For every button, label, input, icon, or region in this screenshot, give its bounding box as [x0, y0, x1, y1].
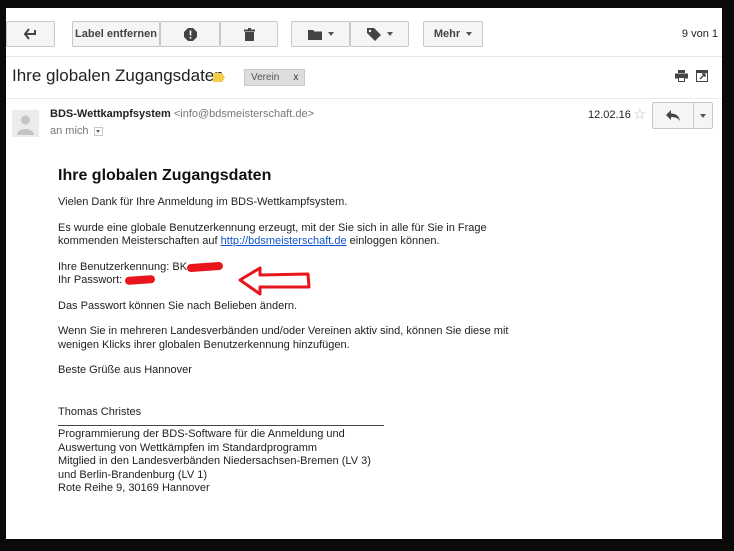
folder-icon: [307, 29, 322, 40]
more-actions-button[interactable]: [694, 103, 712, 128]
recipient-line: an mich: [50, 125, 103, 137]
body-heading: Ihre globalen Zugangsdaten: [58, 167, 272, 184]
label-chip-close[interactable]: x: [293, 72, 298, 83]
email-subject: Ihre globalen Zugangsdaten: [12, 66, 224, 85]
signature-divider: [58, 425, 384, 426]
label-chip-text: Verein: [251, 72, 280, 83]
avatar: [12, 110, 39, 137]
footer-line: und Berlin-Brandenburg (LV 1): [58, 468, 207, 481]
body-paragraph: Vielen Dank für Ihre Anmeldung im BDS-We…: [58, 196, 348, 208]
header-actions: [675, 70, 708, 82]
new-window-icon[interactable]: [696, 70, 708, 82]
header-divider: [6, 98, 722, 99]
reply-button[interactable]: [653, 103, 694, 128]
delete-button[interactable]: [220, 21, 278, 47]
print-icon[interactable]: [675, 70, 688, 82]
chevron-down-icon: [386, 32, 393, 36]
toolbar: Label entfernen Mehr 9 von 1: [6, 8, 722, 56]
pagination-text: 9 von 1: [681, 28, 718, 40]
label-chip: Verein x: [244, 69, 306, 86]
star-icon[interactable]: ☆: [633, 105, 646, 123]
body-paragraph: Es wurde eine globale Benutzerkennung er…: [58, 222, 538, 249]
body-text: einloggen können.: [346, 235, 440, 247]
show-details-button[interactable]: [93, 126, 103, 136]
redaction-mark: [125, 274, 156, 286]
labels-button[interactable]: [350, 21, 409, 47]
sender-name: BDS-Wettkampfsystem: [50, 108, 171, 120]
footer-line: Rote Reihe 9, 30169 Hannover: [58, 482, 210, 494]
username-label: Ihre Benutzerkennung: BK: [58, 260, 188, 273]
body-paragraph: Das Passwort können Sie nach Belieben än…: [58, 299, 298, 312]
site-link[interactable]: http://bdsmeisterschaft.de: [221, 235, 347, 247]
remove-label-button[interactable]: Label entfernen: [72, 21, 160, 47]
toolbar-divider: [6, 56, 722, 57]
label-tag-icon: [366, 27, 381, 41]
person-icon: [17, 115, 34, 135]
reply-icon: [666, 110, 680, 121]
move-to-button[interactable]: [291, 21, 350, 47]
annotation-arrow-icon: [238, 266, 311, 296]
back-button[interactable]: [6, 21, 55, 47]
signature-name: Thomas Christes: [58, 405, 142, 418]
report-spam-icon: [183, 27, 197, 41]
footer-line: Programmierung der BDS-Software für die …: [58, 428, 345, 440]
sender-email: <info@bdsmeisterschaft.de>: [173, 108, 315, 120]
trash-icon: [243, 27, 255, 41]
signature-footer: Programmierung der BDS-Software für die …: [58, 428, 538, 496]
back-arrow-icon: [23, 28, 36, 40]
chevron-down-icon: [327, 32, 334, 36]
password-label: Ihr Passwort:: [58, 274, 126, 286]
email-window: Label entfernen Mehr 9 von 1 Ihre global…: [6, 8, 722, 539]
greeting: Beste Grüße aus Hannover: [58, 364, 192, 376]
reply-button-group: [652, 102, 713, 129]
body-paragraph: Wenn Sie in mehreren Landesverbänden und…: [58, 325, 509, 351]
footer-line: Auswertung von Wettkämpfen im Standardpr…: [58, 441, 318, 454]
email-date: 12.02.16: [588, 109, 631, 121]
report-spam-button[interactable]: [160, 21, 220, 47]
more-button[interactable]: Mehr: [423, 21, 483, 47]
sender[interactable]: BDS-Wettkampfsystem <info@bdsmeisterschaf…: [50, 108, 314, 120]
chevron-down-icon: [466, 32, 473, 36]
email-body: Ihre globalen Zugangsdaten Vielen Dank f…: [58, 166, 538, 496]
redaction-mark: [186, 261, 224, 272]
recipient-text: an mich: [50, 125, 89, 137]
more-button-label: Mehr: [433, 28, 461, 40]
chevron-down-icon: [700, 113, 706, 118]
footer-line: Mitglied in den Landesverbänden Niedersa…: [58, 455, 371, 467]
chevron-down-icon: [96, 129, 101, 133]
